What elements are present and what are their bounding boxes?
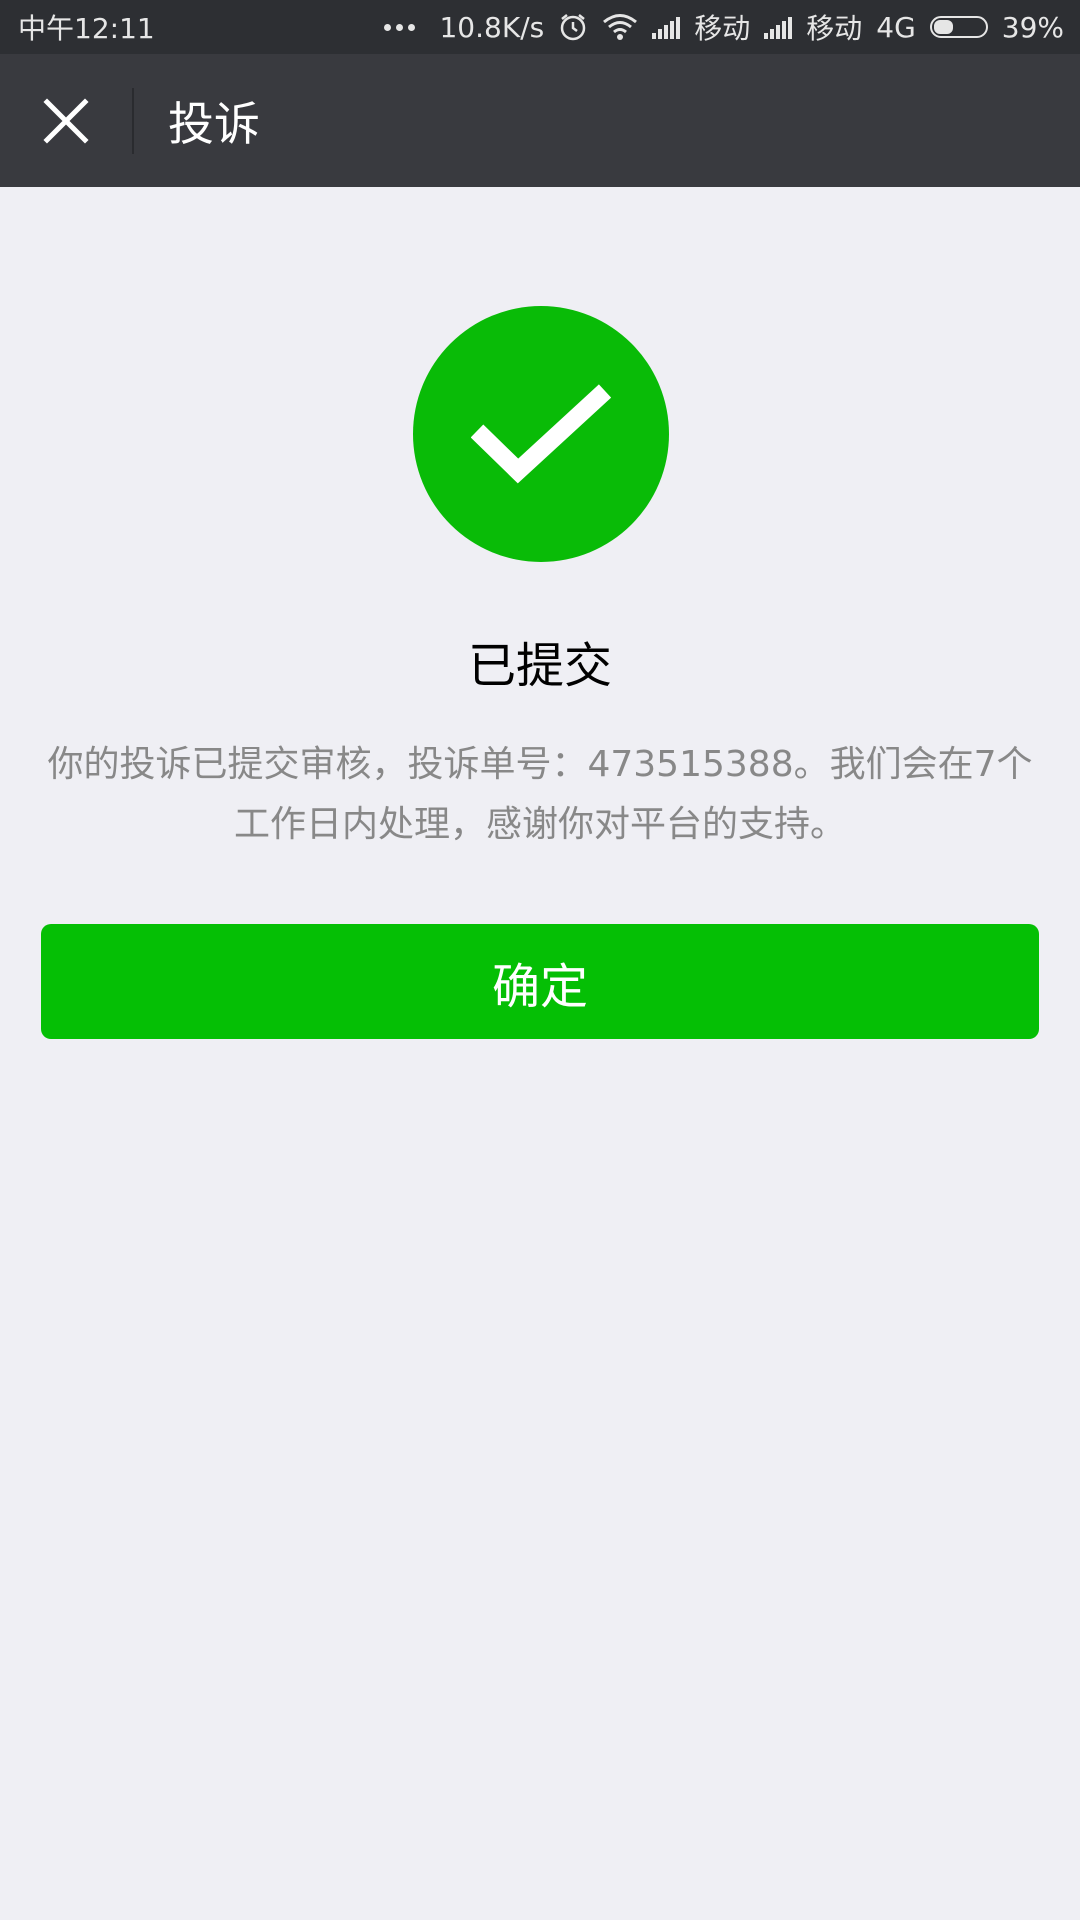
status-icons: 10.8K/s 移动 移动 4G 39% xyxy=(384,7,1064,47)
close-icon xyxy=(43,97,89,144)
success-icon xyxy=(413,306,669,562)
wifi-icon xyxy=(603,14,638,40)
close-button[interactable] xyxy=(0,54,132,187)
battery-icon xyxy=(929,16,988,38)
alarm-icon xyxy=(560,14,586,41)
header-divider xyxy=(132,87,134,154)
checkmark-icon xyxy=(471,384,611,484)
status-time: 中午12:11 xyxy=(18,12,155,45)
network-type: 4G xyxy=(876,10,916,44)
page-title: 投诉 xyxy=(168,96,260,151)
carrier-2: 移动 xyxy=(806,12,863,45)
result-description: 你的投诉已提交审核，投诉单号：473515388。我们会在7个工作日内处理，感谢… xyxy=(47,744,1033,845)
status-bar: 中午12:11 10.8K/s 移动 移动 4G 39% xyxy=(0,0,1080,54)
header: 投诉 xyxy=(0,54,1080,187)
more-notifications-icon xyxy=(384,23,416,31)
net-speed: 10.8K/s xyxy=(439,10,545,44)
result-title: 已提交 xyxy=(467,638,612,694)
signal-icon-2 xyxy=(764,15,793,39)
confirm-button[interactable]: 确定 xyxy=(41,924,1039,1039)
battery-percent: 39% xyxy=(1001,10,1064,44)
battery-fill xyxy=(933,20,954,34)
signal-icon-1 xyxy=(652,15,681,39)
carrier-1: 移动 xyxy=(694,12,751,45)
